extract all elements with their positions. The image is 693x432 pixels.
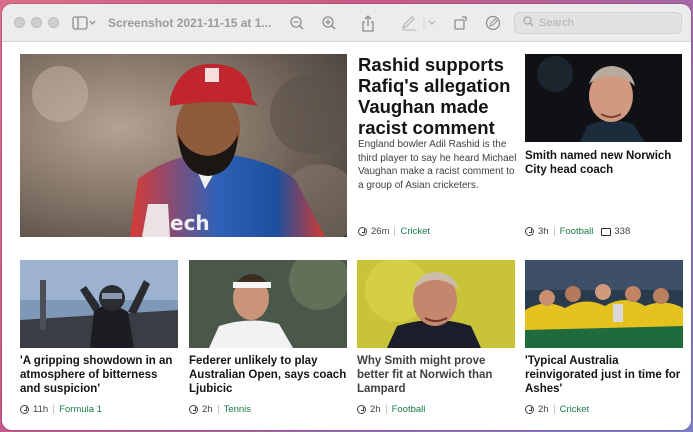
clock-icon — [20, 405, 29, 414]
comments-link[interactable]: 338 — [601, 226, 630, 237]
clock-icon — [189, 405, 198, 414]
lead-story-meta: 26m Cricket — [358, 226, 430, 237]
clock-icon — [525, 227, 534, 236]
timestamp: 2h — [370, 404, 381, 415]
annotate-icon[interactable] — [484, 14, 502, 32]
minimize-button[interactable] — [31, 17, 42, 28]
divider — [394, 227, 396, 236]
search-icon — [523, 14, 534, 32]
lead-story-image[interactable]: ech — [20, 54, 347, 237]
divider — [385, 405, 387, 414]
preview-window: Screenshot 2021-11-15 at 1... Search ech… — [2, 4, 691, 430]
story-image[interactable] — [189, 260, 347, 348]
story-headline[interactable]: 'Typical Australia reinvigorated just in… — [525, 354, 683, 396]
topic-link[interactable]: Cricket — [560, 404, 590, 415]
zoom-out-icon[interactable] — [288, 14, 306, 32]
story-meta: 2h Cricket — [525, 404, 589, 415]
story-image[interactable] — [525, 260, 683, 348]
topic-link[interactable]: Football — [560, 226, 594, 237]
toolbar: Screenshot 2021-11-15 at 1... — [2, 4, 691, 42]
story-image[interactable] — [357, 260, 515, 348]
sidebar-icon[interactable] — [72, 14, 96, 32]
timestamp: 2h — [202, 404, 213, 415]
share-icon[interactable] — [359, 14, 377, 32]
close-button[interactable] — [14, 17, 25, 28]
window-title: Screenshot 2021-11-15 at 1... — [108, 16, 272, 30]
comment-icon — [601, 227, 612, 236]
divider — [53, 405, 55, 414]
story-meta: 2h Tennis — [189, 404, 251, 415]
comment-count: 338 — [614, 226, 631, 237]
divider — [553, 405, 555, 414]
story-image[interactable] — [20, 260, 178, 348]
story-headline[interactable]: Why Smith might prove better fit at Norw… — [357, 354, 515, 396]
lead-story-headline[interactable]: Rashid supports Rafiq's allegation Vaugh… — [358, 54, 518, 138]
clock-icon — [525, 405, 534, 414]
topic-link[interactable]: Formula 1 — [59, 404, 102, 415]
side-story-headline[interactable]: Smith named new Norwich City head coach — [525, 149, 683, 177]
zoom-button[interactable] — [48, 17, 59, 28]
clock-icon — [357, 405, 366, 414]
side-story-image[interactable] — [525, 54, 682, 142]
timestamp: 3h — [538, 226, 549, 237]
story-meta: 11h Formula 1 — [20, 404, 102, 415]
lead-story-summary: England bowler Adil Rashid is the third … — [358, 139, 517, 191]
page-content: ech Rashid supports Rafiq's allegation V… — [2, 42, 691, 430]
topic-link[interactable]: Cricket — [400, 226, 430, 237]
story-meta: 2h Football — [357, 404, 425, 415]
timestamp: 26m — [371, 226, 390, 237]
timestamp: 11h — [33, 404, 49, 415]
topic-link[interactable]: Tennis — [224, 404, 251, 415]
svg-text:ech: ech — [170, 211, 210, 235]
divider — [553, 227, 555, 236]
search-field[interactable] — [514, 12, 682, 34]
search-input[interactable] — [539, 17, 669, 29]
markup-pen-icon[interactable] — [400, 14, 440, 32]
story-headline[interactable]: Federer unlikely to play Australian Open… — [189, 354, 347, 396]
side-story-meta: 3h Football 338 — [525, 226, 630, 237]
rotate-icon[interactable] — [452, 14, 470, 32]
timestamp: 2h — [538, 404, 549, 415]
topic-link[interactable]: Football — [392, 404, 426, 415]
divider — [217, 405, 219, 414]
clock-icon — [358, 227, 367, 236]
zoom-in-icon[interactable] — [320, 14, 338, 32]
story-headline[interactable]: 'A gripping showdown in an atmosphere of… — [20, 354, 178, 396]
